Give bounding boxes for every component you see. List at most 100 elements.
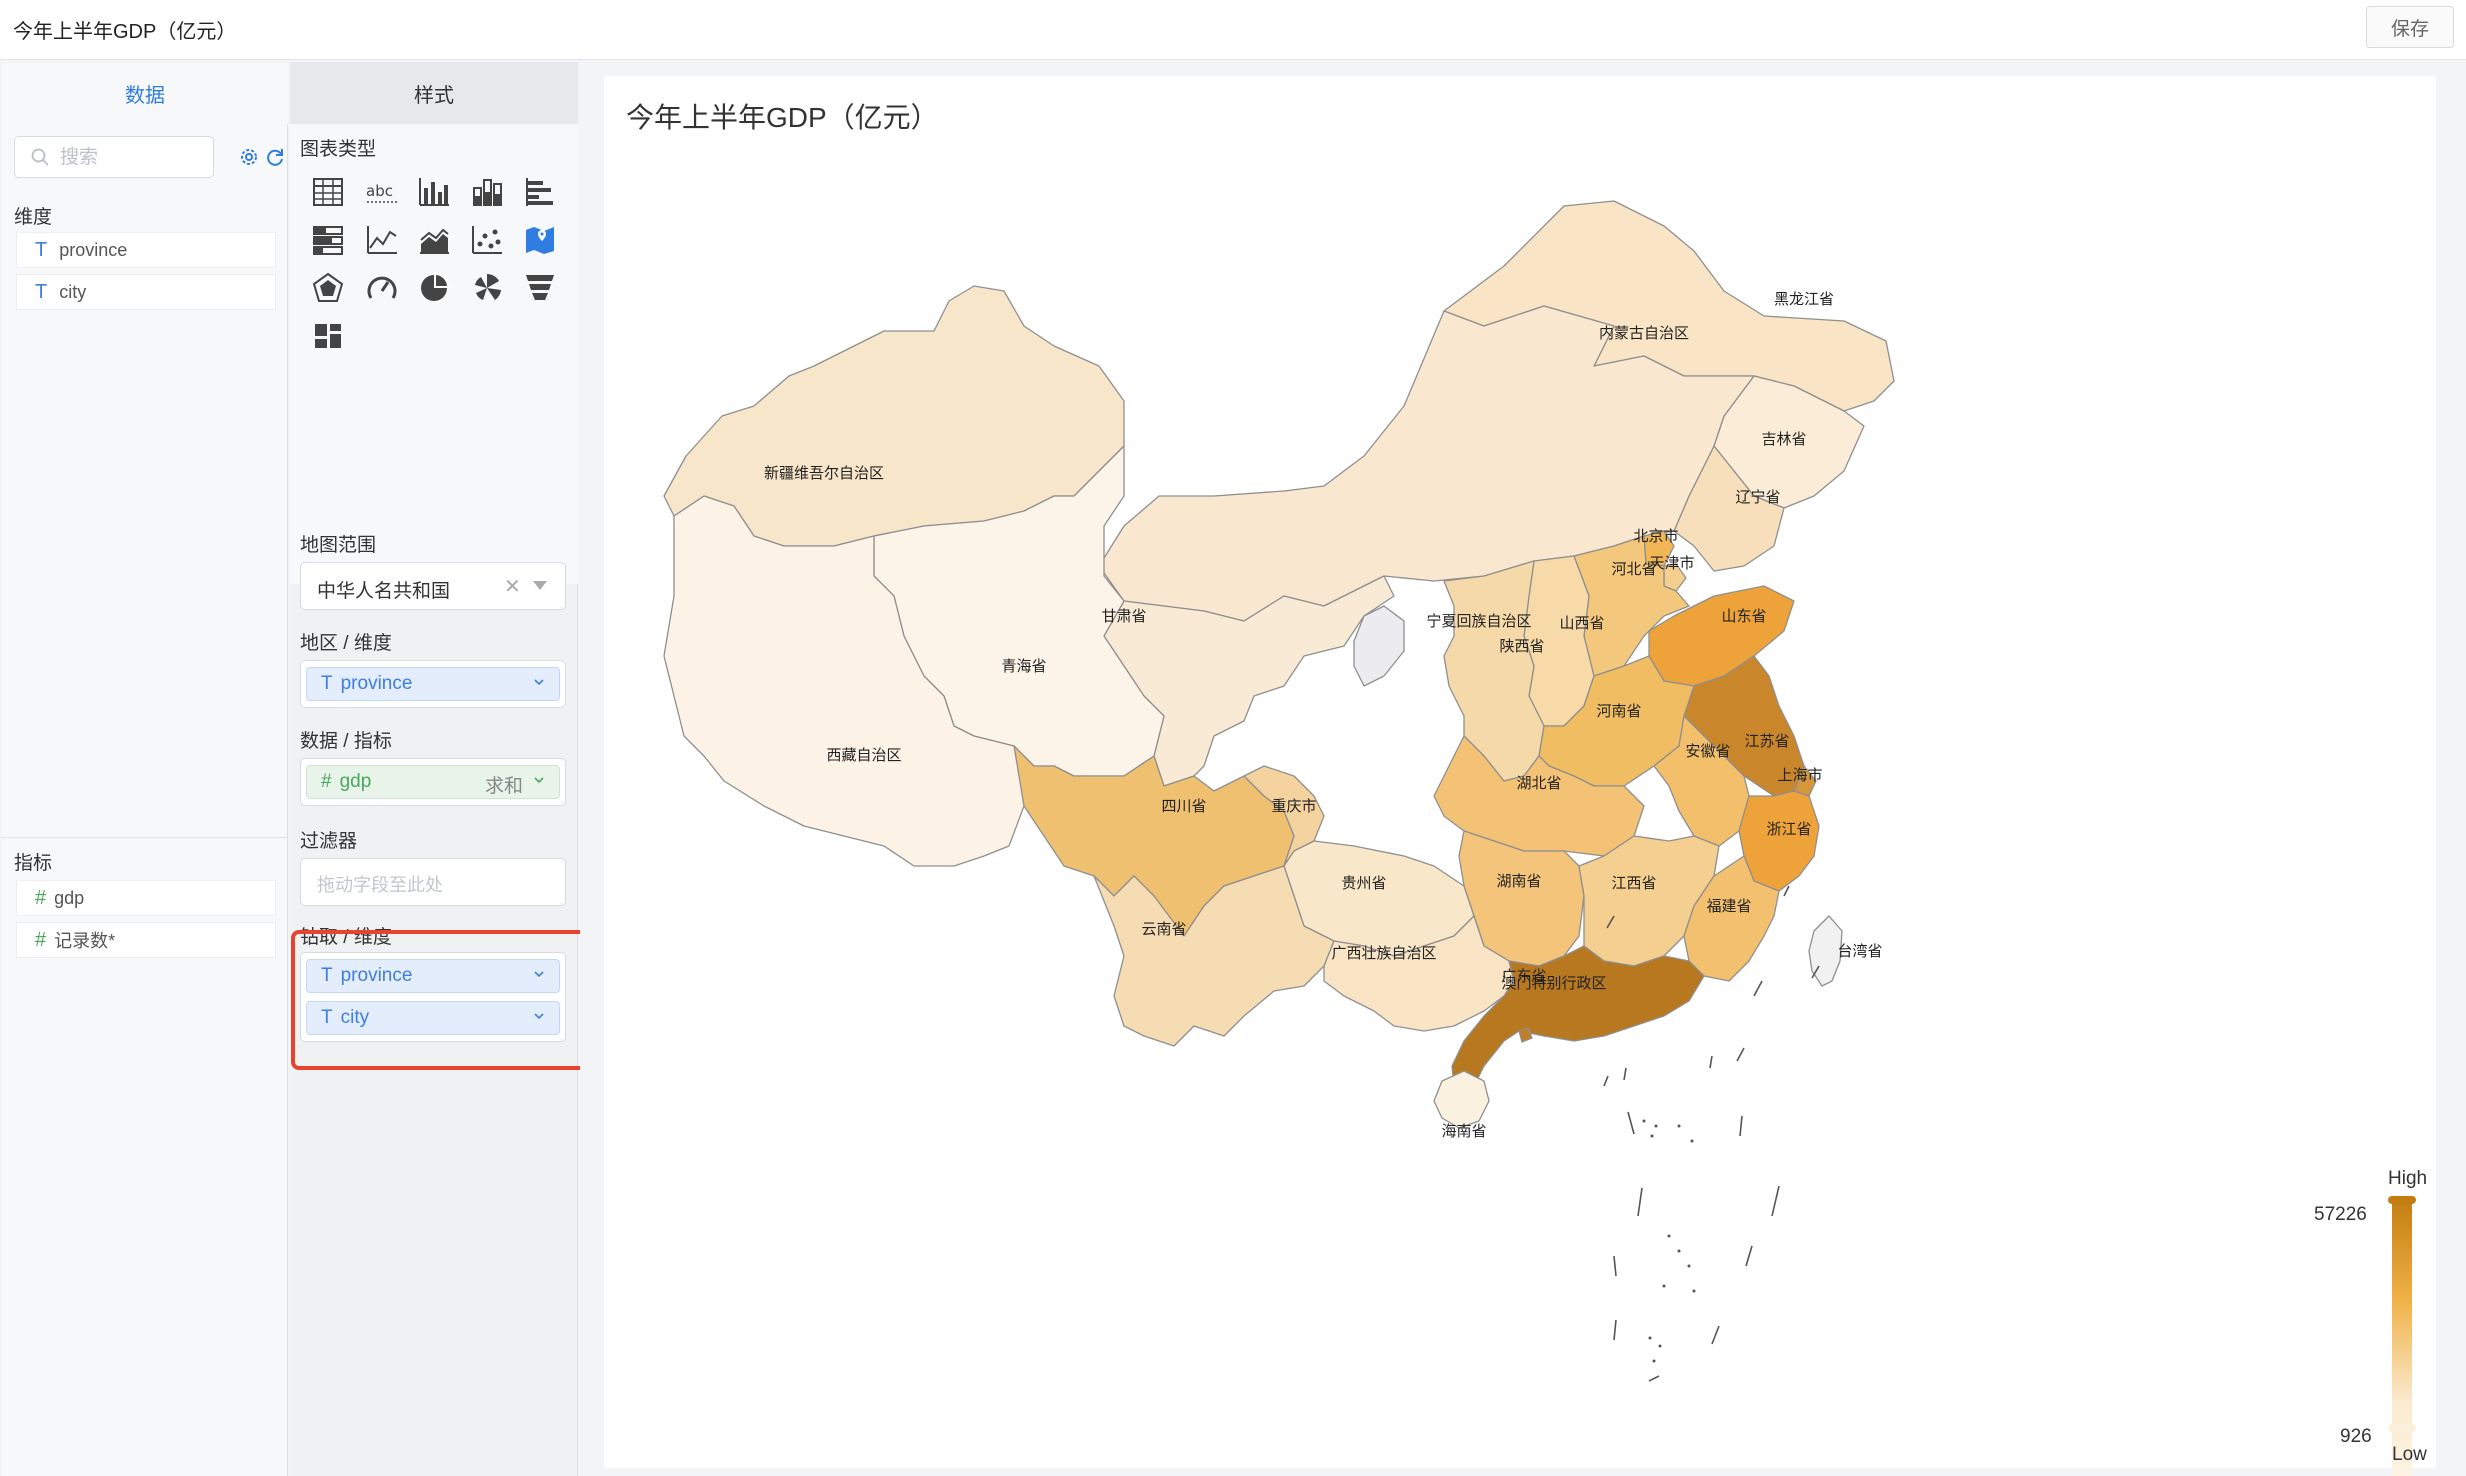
dimensions-heading: 维度 bbox=[14, 207, 53, 228]
map-region-label: 河北省 bbox=[1611, 560, 1656, 578]
radar-chart-icon[interactable] bbox=[310, 270, 346, 306]
boundary-stroke bbox=[1709, 1055, 1713, 1069]
chart-canvas: 今年上半年GDP（亿元） 黑龙江省 吉林省 辽宁省 内蒙古自治区 新疆维吾尔自治区 北京市… bbox=[580, 62, 2466, 1476]
data-panel: 数据 维度 T province T city 指标 # gdp # 记录数* bbox=[2, 62, 288, 1476]
field-name: province bbox=[59, 239, 128, 260]
boundary-stroke bbox=[1711, 1325, 1720, 1345]
text-abc-icon[interactable]: abc bbox=[364, 174, 400, 210]
boundary-stroke bbox=[1627, 1111, 1635, 1135]
map-region-label: 湖北省 bbox=[1516, 774, 1561, 792]
map-region-label: 台湾省 bbox=[1837, 942, 1882, 960]
save-button[interactable]: 保存 bbox=[2366, 6, 2454, 48]
column-chart-icon[interactable] bbox=[416, 174, 452, 210]
dimension-field-province[interactable]: T province bbox=[16, 232, 276, 268]
map-region-label: 山西省 bbox=[1559, 614, 1604, 632]
text-type-icon: T bbox=[321, 673, 333, 694]
map-region-label: 广西壮族自治区 bbox=[1331, 944, 1436, 962]
field-name: 记录数* bbox=[54, 931, 116, 951]
island-dot bbox=[1642, 1119, 1646, 1123]
pill-label: gdp bbox=[339, 771, 372, 792]
map-region-label: 云南省 bbox=[1141, 920, 1186, 938]
svg-text:abc: abc bbox=[366, 182, 393, 200]
tab-data[interactable]: 数据 bbox=[2, 62, 288, 124]
measure-field-record-count[interactable]: # 记录数* bbox=[16, 922, 276, 958]
measure-field-gdp[interactable]: # gdp bbox=[16, 880, 276, 916]
region-dimension-label: 地区 / 维度 bbox=[300, 633, 392, 654]
dropdown-arrow-icon[interactable] bbox=[533, 581, 547, 590]
legend-max-handle[interactable] bbox=[2388, 1196, 2416, 1204]
legend-max-value: 57226 bbox=[2314, 1204, 2367, 1225]
rose-chart-icon[interactable] bbox=[469, 270, 505, 306]
panel-divider bbox=[2, 837, 288, 838]
map-region-label: 西藏自治区 bbox=[826, 746, 901, 764]
area-chart-icon[interactable] bbox=[416, 222, 452, 258]
settings-gear-icon[interactable] bbox=[238, 146, 260, 168]
number-type-icon: # bbox=[35, 886, 47, 909]
map-region-label: 青海省 bbox=[1001, 657, 1046, 675]
search-input[interactable] bbox=[60, 145, 205, 171]
table-chart-icon[interactable] bbox=[310, 174, 346, 210]
boundary-stroke bbox=[1753, 980, 1763, 997]
boundary-stroke bbox=[1771, 1185, 1780, 1217]
island-dot bbox=[1687, 1264, 1691, 1268]
map-region-label: 江苏省 bbox=[1744, 732, 1789, 750]
island-dot bbox=[1667, 1234, 1671, 1238]
region-field-pill[interactable]: T province bbox=[306, 667, 560, 701]
china-map: 黑龙江省吉林省辽宁省内蒙古自治区新疆维吾尔自治区北京市天津市河北省山东省甘肃省宁… bbox=[663, 200, 1895, 1382]
boundary-stroke bbox=[1613, 1255, 1617, 1277]
dimension-field-city[interactable]: T city bbox=[16, 274, 276, 310]
chevron-down-icon[interactable] bbox=[533, 774, 545, 786]
field-search[interactable] bbox=[14, 136, 214, 178]
metric-field-pill[interactable]: # gdp 求和 bbox=[306, 765, 560, 799]
map-region-label: 海南省 bbox=[1441, 1122, 1486, 1140]
filter-label: 过滤器 bbox=[300, 831, 358, 852]
chart-type-heading: 图表类型 bbox=[300, 139, 377, 160]
map-range-select[interactable]: 中华人名共和国 ✕ bbox=[300, 562, 566, 610]
field-name: city bbox=[59, 281, 87, 302]
refresh-icon[interactable] bbox=[264, 146, 286, 168]
map-chart-icon[interactable] bbox=[522, 222, 558, 258]
boundary-stroke bbox=[1745, 1245, 1753, 1267]
boundary-stroke bbox=[1603, 1075, 1609, 1087]
line-chart-icon[interactable] bbox=[364, 222, 400, 258]
gauge-chart-icon[interactable] bbox=[364, 270, 400, 306]
funnel-chart-icon[interactable] bbox=[522, 270, 558, 306]
boundary-stroke bbox=[1637, 1187, 1643, 1217]
metric-label: 数据 / 指标 bbox=[300, 731, 392, 752]
map-region[interactable] bbox=[1433, 1070, 1490, 1129]
boundary-stroke bbox=[1648, 1375, 1660, 1382]
legend-high-label: High bbox=[2388, 1168, 2428, 1189]
map-region-label: 北京市 bbox=[1633, 527, 1678, 545]
number-type-icon: # bbox=[321, 771, 332, 792]
island-dot bbox=[1690, 1139, 1694, 1143]
metric-slot[interactable]: # gdp 求和 bbox=[300, 758, 566, 806]
number-type-icon: # bbox=[35, 928, 47, 951]
bar-chart-icon[interactable] bbox=[522, 174, 558, 210]
scatter-chart-icon[interactable] bbox=[469, 222, 505, 258]
stacked-bar-icon[interactable] bbox=[310, 222, 346, 258]
field-name: gdp bbox=[54, 887, 85, 908]
island-dot bbox=[1650, 1134, 1654, 1138]
dashboard-layout-icon[interactable] bbox=[310, 318, 346, 354]
boundary-stroke bbox=[1736, 1047, 1745, 1062]
map-region-label: 江西省 bbox=[1611, 874, 1656, 892]
legend-color-bar bbox=[2392, 1198, 2412, 1476]
pie-chart-icon[interactable] bbox=[416, 270, 452, 306]
island-dot bbox=[1677, 1124, 1681, 1128]
map-region-label: 辽宁省 bbox=[1735, 488, 1780, 506]
tab-style[interactable]: 样式 bbox=[290, 62, 578, 124]
map-region-label: 吉林省 bbox=[1761, 430, 1806, 448]
filter-drop-zone[interactable]: 拖动字段至此处 bbox=[300, 858, 566, 906]
chevron-down-icon[interactable] bbox=[533, 676, 545, 688]
map-region-label: 内蒙古自治区 bbox=[1599, 324, 1689, 342]
search-icon bbox=[31, 148, 49, 166]
stacked-column-icon[interactable] bbox=[469, 174, 505, 210]
text-type-icon: T bbox=[35, 280, 48, 303]
legend-min-handle[interactable] bbox=[2388, 1424, 2416, 1432]
region-dimension-slot[interactable]: T province bbox=[300, 660, 566, 708]
boundary-stroke bbox=[1613, 1319, 1617, 1341]
map-region-label: 四川省 bbox=[1161, 797, 1206, 815]
map-region-label: 黑龙江省 bbox=[1774, 290, 1834, 308]
map-region-label: 重庆市 bbox=[1271, 797, 1316, 815]
clear-icon[interactable]: ✕ bbox=[504, 574, 521, 599]
